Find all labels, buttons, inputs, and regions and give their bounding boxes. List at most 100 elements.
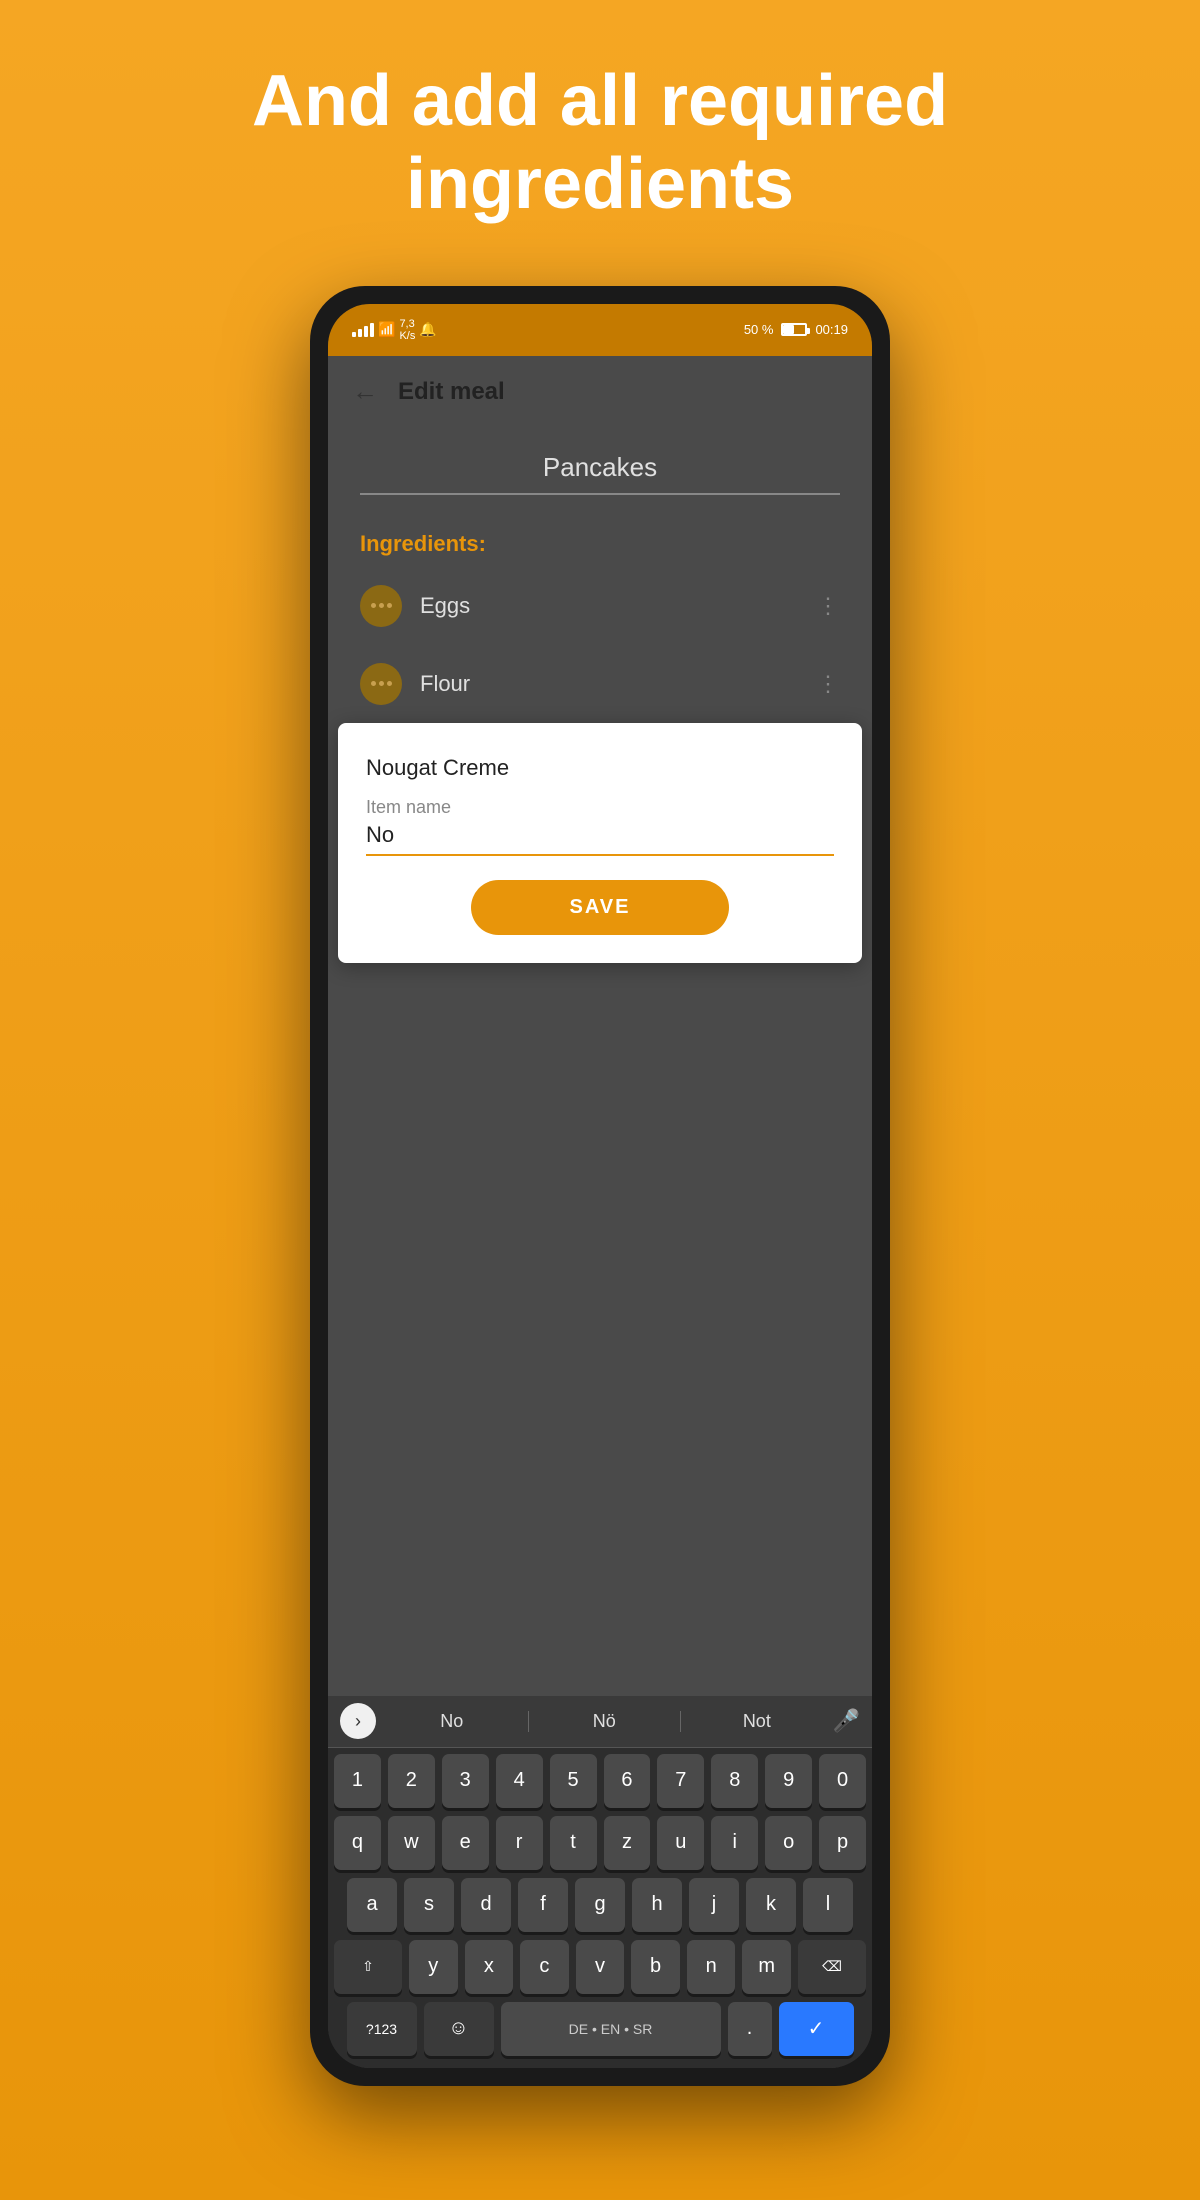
key-4[interactable]: 4 (496, 1754, 543, 1808)
back-button[interactable]: ← (352, 376, 378, 407)
app-header: ← Edit meal (328, 356, 872, 428)
clock: 00:19 (815, 322, 848, 337)
dot (371, 603, 376, 608)
key-v[interactable]: v (576, 1940, 625, 1994)
key-y[interactable]: y (409, 1940, 458, 1994)
ingredient-item-flour: Flour ⋮ (328, 645, 872, 723)
key-7[interactable]: 7 (657, 1754, 704, 1808)
key-5[interactable]: 5 (550, 1754, 597, 1808)
meal-name-section (328, 428, 872, 511)
mic-icon[interactable]: 🎤 (833, 1708, 860, 1734)
battery-percent: 50 % (744, 322, 774, 337)
key-m[interactable]: m (742, 1940, 791, 1994)
key-3[interactable]: 3 (442, 1754, 489, 1808)
autocomplete-suggestion[interactable]: Nougat Creme (366, 751, 834, 797)
suggestions-list: No Nö Not (376, 1711, 833, 1732)
status-right: 50 % 00:19 (744, 322, 848, 337)
header-text: And add all required ingredients (0, 60, 1200, 226)
meal-name-input[interactable] (360, 452, 840, 495)
dot (387, 603, 392, 608)
suggestion-noe[interactable]: Nö (529, 1711, 682, 1732)
key-h[interactable]: h (632, 1878, 682, 1932)
key-8[interactable]: 8 (711, 1754, 758, 1808)
dialog-box: Nougat Creme Item name SAVE (338, 723, 862, 963)
field-label: Item name (366, 797, 834, 818)
item-name-input[interactable] (366, 822, 834, 856)
key-row-asdf: a s d f g h j k l (334, 1878, 866, 1932)
key-row-numbers: 1 2 3 4 5 6 7 8 9 0 (334, 1754, 866, 1808)
space-key[interactable]: DE • EN • SR (501, 2002, 721, 2056)
ingredient-dots-2 (371, 681, 392, 686)
key-l[interactable]: l (803, 1878, 853, 1932)
key-b[interactable]: b (631, 1940, 680, 1994)
suggestion-expand-button[interactable]: › (340, 1703, 376, 1739)
ingredient-more-flour[interactable]: ⋮ (817, 671, 840, 697)
ingredient-icon-flour (360, 663, 402, 705)
key-g[interactable]: g (575, 1878, 625, 1932)
ingredient-item-eggs: Eggs ⋮ (328, 567, 872, 645)
status-bar: 📶 7,3K/s 🔔 50 % 00:19 (328, 304, 872, 356)
key-a[interactable]: a (347, 1878, 397, 1932)
key-6[interactable]: 6 (604, 1754, 651, 1808)
dot (379, 681, 384, 686)
notification-icon: 🔔 (419, 321, 436, 338)
key-1[interactable]: 1 (334, 1754, 381, 1808)
header-title-text: And add all required ingredients (252, 61, 948, 224)
key-q[interactable]: q (334, 1816, 381, 1870)
signal-bar-2 (358, 329, 362, 337)
suggestion-no[interactable]: No (376, 1711, 529, 1732)
signal-icons: 📶 7,3K/s 🔔 (352, 318, 437, 342)
ingredient-icon-eggs (360, 585, 402, 627)
key-n[interactable]: n (687, 1940, 736, 1994)
ingredient-more-eggs[interactable]: ⋮ (817, 593, 840, 619)
key-r[interactable]: r (496, 1816, 543, 1870)
signal-strength (352, 323, 374, 337)
key-i[interactable]: i (711, 1816, 758, 1870)
emoji-key[interactable]: ☺ (424, 2002, 494, 2056)
signal-bar-1 (352, 332, 356, 337)
key-s[interactable]: s (404, 1878, 454, 1932)
key-k[interactable]: k (746, 1878, 796, 1932)
key-d[interactable]: d (461, 1878, 511, 1932)
keyboard-area: › No Nö Not 🎤 1 2 3 4 5 6 7 (328, 1696, 872, 2068)
ingredient-dots (371, 603, 392, 608)
phone-container: 📶 7,3K/s 🔔 50 % 00:19 ← Edit meal (310, 286, 890, 2086)
save-button[interactable]: SAVE (471, 880, 728, 935)
data-speed: 7,3K/s (399, 318, 415, 342)
status-left: 📶 7,3K/s 🔔 (352, 318, 437, 342)
key-row-zxcv: ⇧ y x c v b n m ⌫ (334, 1940, 866, 1994)
content-area: Ingredients: Eggs ⋮ (328, 428, 872, 1696)
key-t[interactable]: t (550, 1816, 597, 1870)
backspace-key[interactable]: ⌫ (798, 1940, 866, 1994)
ingredient-name-eggs: Eggs (420, 593, 799, 619)
phone-screen: 📶 7,3K/s 🔔 50 % 00:19 ← Edit meal (328, 304, 872, 2068)
key-w[interactable]: w (388, 1816, 435, 1870)
dot (379, 603, 384, 608)
key-f[interactable]: f (518, 1878, 568, 1932)
key-9[interactable]: 9 (765, 1754, 812, 1808)
key-p[interactable]: p (819, 1816, 866, 1870)
shift-key[interactable]: ⇧ (334, 1940, 402, 1994)
key-u[interactable]: u (657, 1816, 704, 1870)
num-key[interactable]: ?123 (347, 2002, 417, 2056)
dot (387, 681, 392, 686)
key-z[interactable]: z (604, 1816, 651, 1870)
wifi-icon: 📶 (378, 321, 395, 338)
key-x[interactable]: x (465, 1940, 514, 1994)
keyboard-rows: 1 2 3 4 5 6 7 8 9 0 q w e r t (328, 1748, 872, 2068)
battery-fill (783, 325, 794, 334)
enter-key[interactable]: ✓ (779, 2002, 854, 2056)
key-c[interactable]: c (520, 1940, 569, 1994)
key-o[interactable]: o (765, 1816, 812, 1870)
signal-bar-4 (370, 323, 374, 337)
key-0[interactable]: 0 (819, 1754, 866, 1808)
dot (371, 681, 376, 686)
key-2[interactable]: 2 (388, 1754, 435, 1808)
period-key[interactable]: . (728, 2002, 772, 2056)
page-title: Edit meal (398, 378, 505, 406)
suggestion-not[interactable]: Not (681, 1711, 833, 1732)
key-j[interactable]: j (689, 1878, 739, 1932)
key-row-qwerty: q w e r t z u i o p (334, 1816, 866, 1870)
signal-bar-3 (364, 326, 368, 337)
key-e[interactable]: e (442, 1816, 489, 1870)
